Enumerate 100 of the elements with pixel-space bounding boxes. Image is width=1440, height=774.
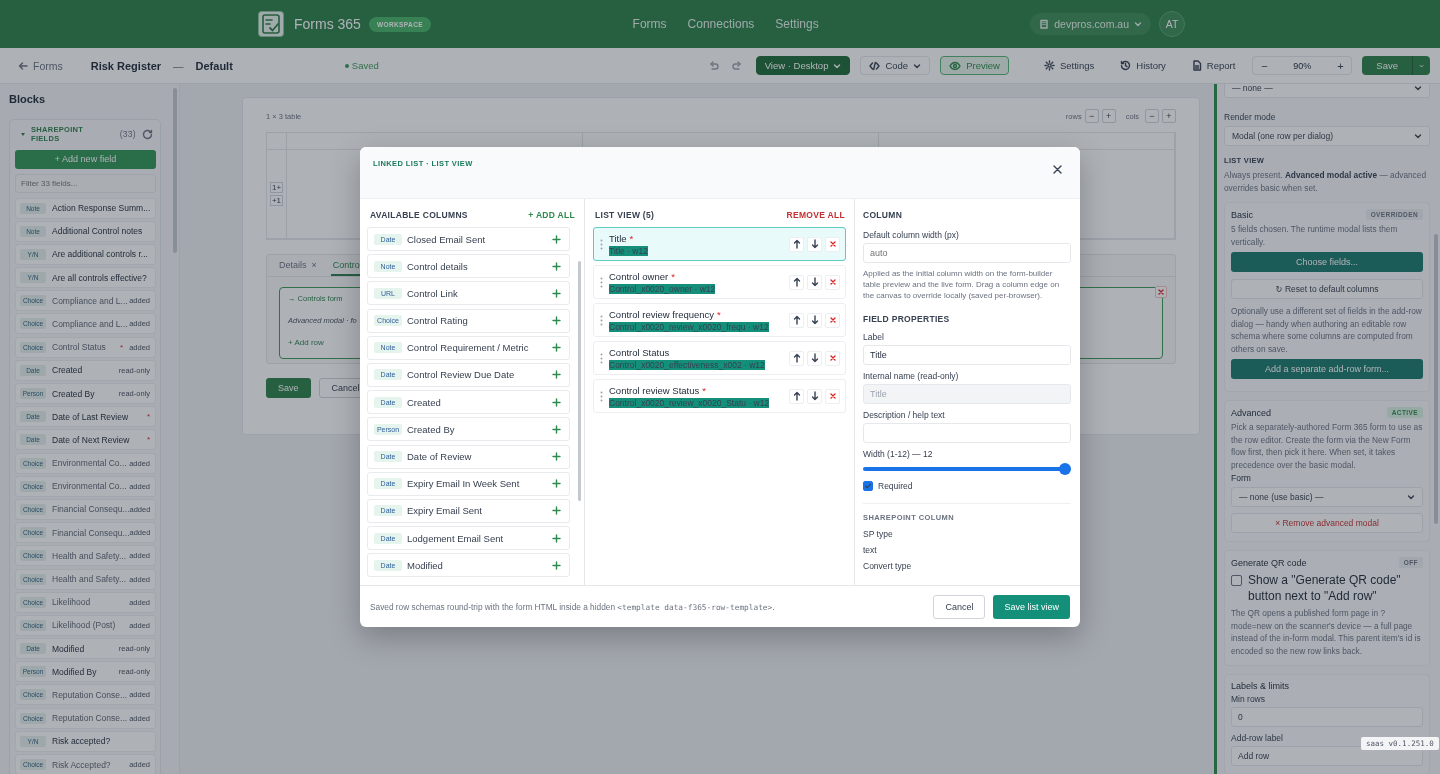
list-view-item[interactable]: Control owner * Control_x0020_owner · w12 — [593, 265, 846, 299]
drag-handle-icon[interactable] — [600, 276, 603, 288]
select-field[interactable]: — none — — [1224, 84, 1430, 98]
view-dropdown[interactable]: View · Desktop — [755, 56, 851, 75]
column-name: Control Rating — [407, 315, 468, 327]
internal-name: Control_x0020_review_x0020_Statu · w12 — [609, 397, 770, 408]
close-button[interactable] — [1053, 165, 1062, 174]
remove-col-button[interactable]: − — [1145, 109, 1159, 123]
zoom-in-button[interactable]: + — [1329, 58, 1352, 73]
row-handle[interactable]: 1+ — [269, 182, 284, 193]
move-down-button[interactable] — [807, 312, 822, 328]
choose-fields-button[interactable]: Choose fields... — [1231, 252, 1423, 272]
field-value: text — [863, 545, 878, 555]
scrollbar[interactable] — [578, 261, 581, 501]
field-label: Default column width (px) — [863, 230, 960, 240]
field-name: Financial Consequ... — [52, 527, 130, 538]
field-name: Health and Safety... — [52, 574, 127, 584]
move-down-button[interactable] — [807, 388, 822, 404]
input-field[interactable]: Title — [863, 345, 1071, 365]
history-icon — [1120, 60, 1132, 71]
arrow-up-icon — [792, 277, 801, 287]
remove-button[interactable] — [825, 274, 840, 290]
row-handle[interactable]: +1 — [269, 195, 284, 206]
select-field[interactable]: Modal (one row per dialog) — [1224, 126, 1430, 146]
field-name: Are additional controls r... — [52, 249, 148, 260]
move-up-button[interactable] — [789, 350, 804, 366]
remove-button[interactable] — [825, 388, 840, 404]
field-name: Environmental Co... — [52, 481, 127, 492]
collapse-toggle-icon[interactable] — [21, 132, 25, 136]
scrollbar[interactable] — [1434, 234, 1438, 524]
nav-link[interactable]: Connections — [687, 17, 755, 31]
move-down-button[interactable] — [807, 350, 822, 366]
code-dropdown[interactable]: Code — [860, 56, 931, 75]
move-up-button[interactable] — [789, 274, 804, 290]
user-avatar[interactable]: AT — [1159, 11, 1185, 37]
zoom-out-button[interactable]: − — [1253, 58, 1276, 73]
move-down-button[interactable] — [807, 236, 822, 252]
input-field[interactable]: 0 — [1231, 707, 1423, 727]
column-name: Created By — [407, 423, 455, 435]
drag-handle-icon[interactable] — [600, 390, 603, 402]
remove-button[interactable] — [825, 236, 840, 252]
remove-block-button[interactable] — [1155, 286, 1167, 298]
redo-icon — [731, 60, 743, 71]
input-field[interactable]: auto — [863, 243, 1071, 263]
checkbox[interactable] — [863, 481, 873, 491]
remove-button[interactable] — [825, 312, 840, 328]
field-name: Reputation Conse... — [52, 713, 128, 724]
caret-icon — [1414, 84, 1422, 92]
move-up-button[interactable] — [789, 236, 804, 252]
refresh-button[interactable] — [142, 128, 153, 140]
slider-thumb[interactable] — [1059, 463, 1071, 475]
list-view-item[interactable]: Control review Status * Control_x0020_review_x0020_Statu · w12 — [593, 379, 846, 413]
save-list-view-button[interactable]: Save list view — [993, 594, 1070, 619]
plus-icon — [552, 479, 561, 489]
add-field-button[interactable]: + Add new field — [15, 149, 156, 169]
list-view-item[interactable]: Control review frequency * Control_x0020_review_x0020_frequ · w12 — [593, 303, 846, 337]
filter-field[interactable]: Filter 33 fields... — [15, 173, 156, 193]
move-up-button[interactable] — [789, 388, 804, 404]
add-row-link[interactable]: + Add row — [288, 338, 324, 347]
slider-track[interactable] — [863, 463, 1071, 475]
drag-handle-icon[interactable] — [600, 314, 603, 326]
save-button[interactable]: Save — [266, 378, 311, 398]
remove-row-button[interactable]: − — [1084, 109, 1099, 123]
back-link[interactable]: Forms — [18, 59, 63, 72]
field-name: Risk accepted? — [52, 736, 111, 747]
nav-link[interactable]: Forms — [632, 17, 667, 31]
field-name: Likelihood (Post) — [52, 620, 116, 631]
internal-name: Control_x0020_effectiveness_x002 · w12 — [609, 359, 765, 370]
field-label: Min rows — [1231, 694, 1266, 704]
remove-button[interactable] — [825, 350, 840, 366]
tab[interactable]: Details × — [277, 255, 319, 276]
drag-handle-icon[interactable] — [600, 238, 603, 250]
field-count: (33) — [119, 129, 136, 139]
remove-modal-button[interactable]: × Remove advanced modal — [1231, 513, 1423, 533]
add-all-link[interactable]: + ADD ALL — [528, 209, 575, 220]
status-dot — [344, 63, 349, 68]
internal-name: Control_x0020_owner · w12 — [609, 283, 716, 294]
caret-icon — [833, 61, 842, 70]
tab-close[interactable]: × — [311, 259, 317, 270]
move-up-button[interactable] — [789, 312, 804, 328]
arrow-left-icon — [18, 60, 28, 71]
input-field[interactable] — [863, 423, 1071, 443]
save-button[interactable]: Save — [1362, 56, 1412, 75]
move-down-button[interactable] — [807, 274, 822, 290]
logo-icon — [258, 11, 284, 37]
remove-all-link[interactable]: REMOVE ALL — [786, 209, 845, 220]
reset-columns-button[interactable]: ↻ Reset to default columns — [1231, 279, 1423, 299]
cancel-button[interactable]: Cancel — [933, 594, 986, 619]
card-title: Generate QR code — [1231, 557, 1307, 568]
save-menu-button[interactable] — [1412, 56, 1430, 75]
add-row-form-button[interactable]: Add a separate add-row form... — [1231, 359, 1423, 379]
drag-handle-icon[interactable] — [600, 352, 603, 364]
list-view-item[interactable]: Control Status Control_x0020_effectiveness_x002 · w12 — [593, 341, 846, 375]
checkbox[interactable] — [1231, 575, 1242, 586]
select-field[interactable]: — none (use basic) — — [1231, 487, 1423, 507]
list-view-item[interactable]: Title * Title · w12 — [593, 227, 846, 261]
add-col-button[interactable]: + — [1162, 109, 1176, 123]
nav-link[interactable]: Settings — [775, 17, 819, 31]
input-field[interactable]: Add row — [1231, 746, 1423, 766]
add-row-button[interactable]: + — [1101, 109, 1116, 123]
